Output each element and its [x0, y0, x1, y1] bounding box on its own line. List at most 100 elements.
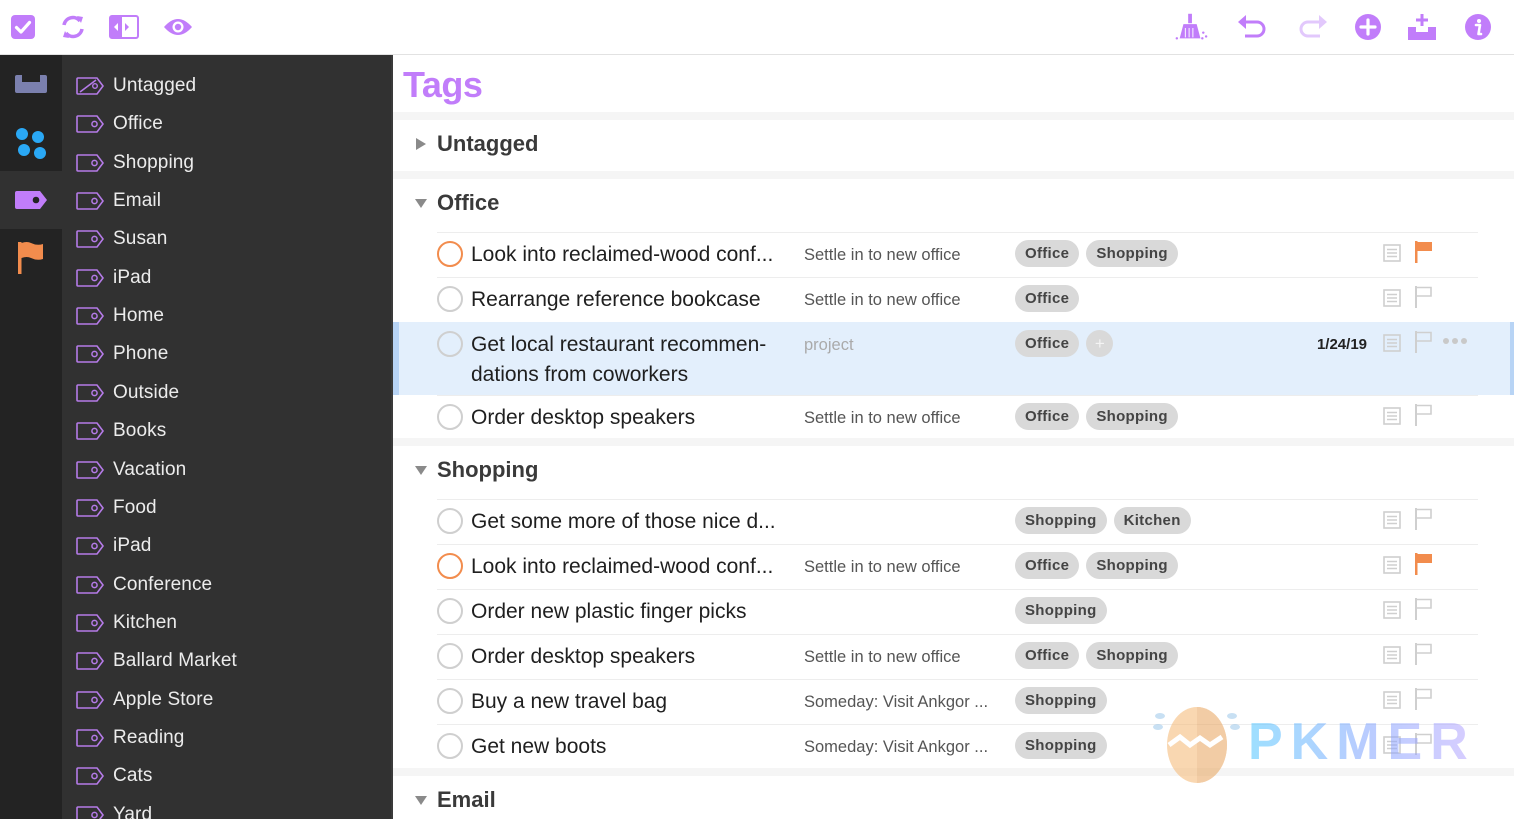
flag-outline-icon[interactable]	[1414, 285, 1434, 309]
sync-button[interactable]	[56, 10, 90, 44]
task-title[interactable]: Rearrange reference bookcase	[471, 285, 801, 315]
due-date[interactable]: 1/24/19	[1293, 336, 1367, 353]
sidebar-item-ipad[interactable]: iPad	[62, 259, 391, 297]
task-checkbox[interactable]	[437, 331, 463, 357]
flag-outline-icon[interactable]	[1414, 732, 1434, 756]
tag-chip[interactable]: Office	[1015, 642, 1080, 669]
note-icon[interactable]	[1383, 556, 1401, 574]
more-options-icon[interactable]	[1442, 336, 1468, 346]
tag-chip[interactable]: Office	[1015, 403, 1080, 430]
tag-chip[interactable]: Shopping	[1015, 687, 1107, 714]
rail-item-flagged[interactable]	[0, 229, 62, 287]
task-row[interactable]: Order new plastic finger picks Shopping	[393, 589, 1514, 634]
sidebar-item-yard[interactable]: Yard	[62, 796, 391, 819]
tag-chip[interactable]: Shopping	[1086, 240, 1178, 267]
new-item-button[interactable]	[1351, 10, 1385, 44]
tag-chip[interactable]: Shopping	[1015, 597, 1107, 624]
flag-outline-icon[interactable]	[1414, 507, 1434, 531]
sidebar-item-food[interactable]: Food	[62, 489, 391, 527]
add-tag-button[interactable]: +	[1086, 330, 1114, 357]
completed-button[interactable]	[6, 10, 40, 44]
clean-up-button[interactable]	[1174, 10, 1208, 44]
rail-item-projects[interactable]	[0, 113, 62, 171]
section-header-office[interactable]: Office	[393, 179, 1514, 227]
sidebar-item-cats[interactable]: Cats	[62, 757, 391, 795]
note-icon[interactable]	[1383, 736, 1401, 754]
task-project[interactable]: Settle in to new office	[804, 646, 1004, 668]
tag-chip[interactable]: Office	[1015, 330, 1080, 357]
flag-outline-icon[interactable]	[1414, 330, 1434, 354]
tag-chip[interactable]: Office	[1015, 552, 1080, 579]
task-row[interactable]: Order desktop speakers Settle in to new o…	[393, 395, 1514, 440]
note-icon[interactable]	[1383, 646, 1401, 664]
flag-filled-icon[interactable]	[1414, 240, 1434, 264]
note-icon[interactable]	[1383, 244, 1401, 262]
sidebar-item-shopping[interactable]: Shopping	[62, 144, 391, 182]
tag-chip[interactable]: Shopping	[1086, 403, 1178, 430]
task-title[interactable]: Look into reclaimed-wood conf...	[471, 552, 801, 582]
note-icon[interactable]	[1383, 334, 1401, 352]
tag-chip[interactable]: Office	[1015, 240, 1080, 267]
flag-outline-icon[interactable]	[1414, 687, 1434, 711]
disclosure-collapsed-icon[interactable]	[414, 137, 428, 151]
task-project[interactable]: Someday: Visit Ankgor ...	[804, 691, 1004, 713]
note-icon[interactable]	[1383, 511, 1401, 529]
rail-item-inbox[interactable]	[0, 55, 62, 113]
task-checkbox[interactable]	[437, 553, 463, 579]
task-row[interactable]: Get new boots Someday: Visit Ankgor ... Sh…	[393, 724, 1514, 769]
task-checkbox[interactable]	[437, 643, 463, 669]
task-checkbox[interactable]	[437, 241, 463, 267]
task-project[interactable]: project	[804, 334, 1004, 356]
sidebar-item-untagged[interactable]: Untagged	[62, 67, 391, 105]
redo-button[interactable]	[1295, 10, 1329, 44]
sidebar-item-outside[interactable]: Outside	[62, 374, 391, 412]
sidebar-item-email[interactable]: Email	[62, 182, 391, 220]
tag-chip[interactable]: Office	[1015, 285, 1080, 312]
section-header-email[interactable]: Email	[393, 776, 1514, 819]
sidebar-item-conference[interactable]: Conference	[62, 566, 391, 604]
view-options-button[interactable]	[161, 10, 195, 44]
task-project[interactable]: Settle in to new office	[804, 289, 1004, 311]
disclosure-expanded-icon[interactable]	[414, 196, 428, 210]
task-row[interactable]: Order desktop speakers Settle in to new o…	[393, 634, 1514, 679]
flag-outline-icon[interactable]	[1414, 597, 1434, 621]
tag-chip[interactable]: Shopping	[1086, 552, 1178, 579]
flag-outline-icon[interactable]	[1414, 403, 1434, 427]
tag-chip[interactable]: Shopping	[1086, 642, 1178, 669]
task-row[interactable]: Get local restaurant recommen-dations fr…	[393, 322, 1514, 395]
note-icon[interactable]	[1383, 601, 1401, 619]
sidebar-item-vacation[interactable]: Vacation	[62, 451, 391, 489]
task-checkbox[interactable]	[437, 598, 463, 624]
tag-chip[interactable]: Shopping	[1015, 507, 1107, 534]
task-title[interactable]: Order new plastic finger picks	[471, 597, 801, 627]
sidebar-item-reading[interactable]: Reading	[62, 719, 391, 757]
rail-item-tags[interactable]	[0, 171, 62, 229]
tag-chip[interactable]: Kitchen	[1113, 507, 1191, 534]
task-title[interactable]: Get new boots	[471, 732, 801, 762]
sidebar-item-kitchen[interactable]: Kitchen	[62, 604, 391, 642]
task-row[interactable]: Look into reclaimed-wood conf... Settle i…	[393, 232, 1514, 277]
flag-filled-icon[interactable]	[1414, 552, 1434, 576]
task-project[interactable]: Settle in to new office	[804, 407, 1004, 429]
quick-entry-button[interactable]	[1405, 10, 1439, 44]
task-checkbox[interactable]	[437, 508, 463, 534]
task-row[interactable]: Look into reclaimed-wood conf... Settle i…	[393, 544, 1514, 589]
tag-chip[interactable]: Shopping	[1015, 732, 1107, 759]
section-header-shopping[interactable]: Shopping	[393, 446, 1514, 494]
task-title[interactable]: Order desktop speakers	[471, 403, 801, 433]
task-checkbox[interactable]	[437, 404, 463, 430]
task-title[interactable]: Order desktop speakers	[471, 642, 801, 672]
task-row[interactable]: Get some more of those nice d... Shopping…	[393, 499, 1514, 544]
info-button[interactable]	[1461, 10, 1495, 44]
sidebar-item-phone[interactable]: Phone	[62, 335, 391, 373]
sidebar-item-home[interactable]: Home	[62, 297, 391, 335]
sidebar-item-ballard-market[interactable]: Ballard Market	[62, 642, 391, 680]
task-title[interactable]: Look into reclaimed-wood conf...	[471, 240, 801, 270]
task-row[interactable]: Buy a new travel bag Someday: Visit Ankgo…	[393, 679, 1514, 724]
task-project[interactable]: Settle in to new office	[804, 244, 1004, 266]
flag-outline-icon[interactable]	[1414, 642, 1434, 666]
sidebar-item-susan[interactable]: Susan	[62, 220, 391, 258]
task-checkbox[interactable]	[437, 733, 463, 759]
disclosure-expanded-icon[interactable]	[414, 793, 428, 807]
sidebar-item-office[interactable]: Office	[62, 105, 391, 143]
